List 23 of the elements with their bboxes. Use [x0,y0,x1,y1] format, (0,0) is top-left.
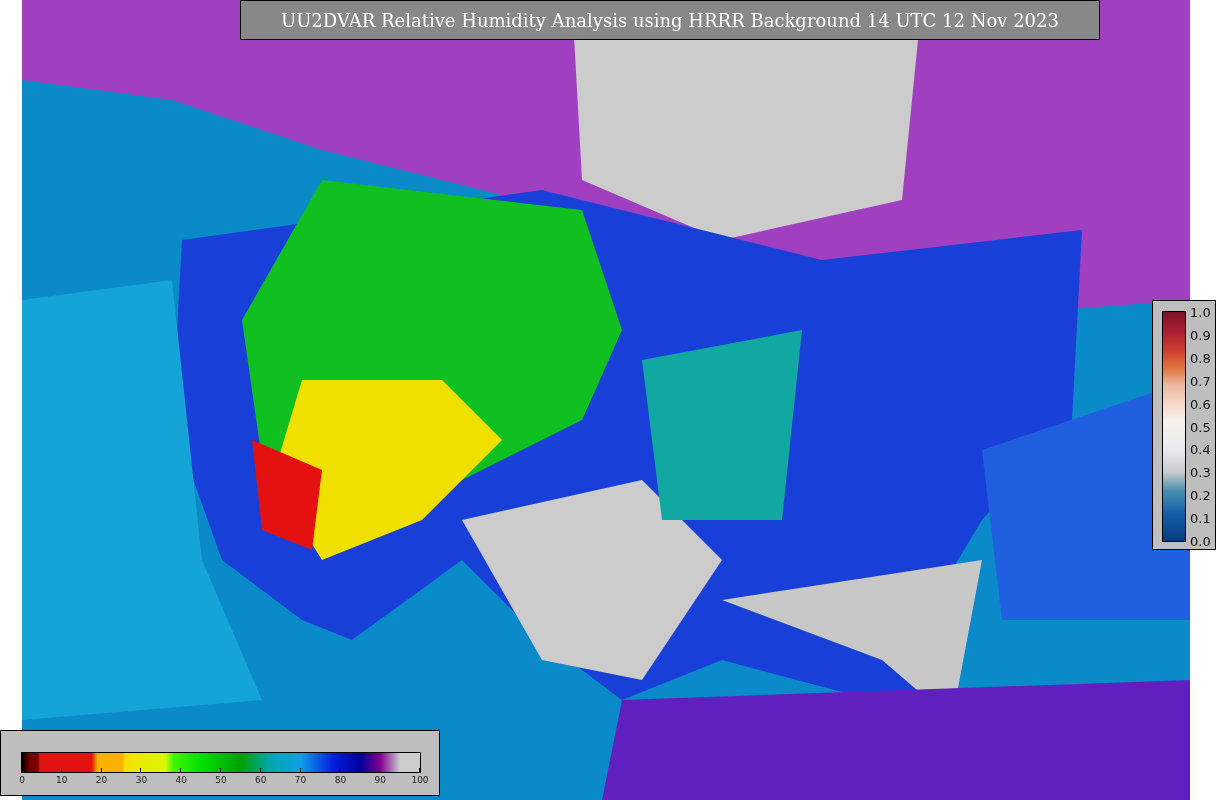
tick-label: 0.0 [1190,533,1211,549]
tick-label: 30 [135,775,148,785]
tick-label: 0.7 [1190,373,1211,389]
tick-label: 80 [334,775,347,785]
tick-label: 0 [19,775,25,785]
tick-label: 0.9 [1190,327,1211,343]
chart-title: UU2DVAR Relative Humidity Analysis using HRRR Background 14 UTC 12 Nov 2023 [240,0,1100,40]
tick-label: 70 [294,775,307,785]
tick-label: 0.4 [1190,441,1211,457]
tick-label: 1.0 [1190,304,1211,320]
tick-label: 0.3 [1190,464,1211,480]
tick-label: 0.1 [1190,510,1211,526]
tick-label: 0.8 [1190,350,1211,366]
tick-label: 0.6 [1190,396,1211,412]
tick-label: 90 [374,775,386,785]
tick-label: 20 [95,775,108,785]
tick-label: 60 [255,775,267,785]
tick-label: 0.2 [1190,487,1211,503]
tick-label: 50 [215,775,227,785]
tick-label: 0.5 [1190,419,1211,434]
tick-label: 40 [175,775,187,785]
tick-label: 100 [411,775,429,785]
tick-label: 10 [56,775,68,785]
